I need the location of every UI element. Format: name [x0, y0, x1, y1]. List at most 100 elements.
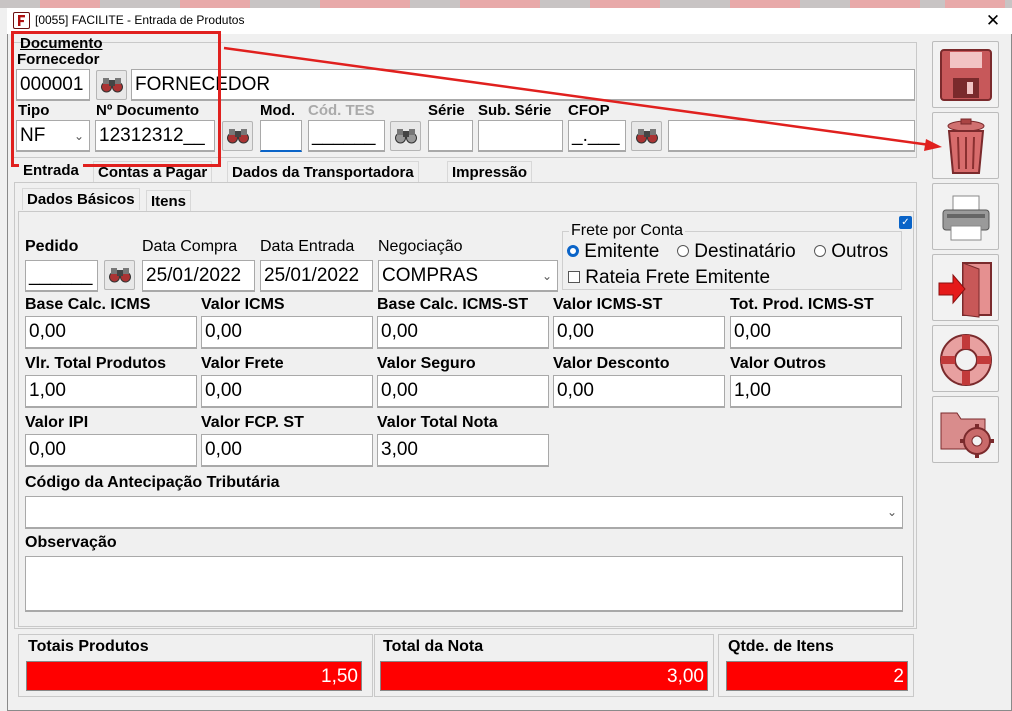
radio-icon: [814, 245, 826, 257]
mod-label: Mod.: [260, 102, 295, 119]
help-button[interactable]: [932, 325, 999, 392]
grid-label: Tot. Prod. ICMS-ST: [730, 296, 874, 313]
radio-icon: [677, 245, 689, 257]
search-tes-button[interactable]: [390, 121, 421, 151]
nro-documento-label: Nº Documento: [96, 102, 199, 119]
cfop-description-input[interactable]: [668, 120, 915, 152]
binoculars-icon: [227, 129, 249, 144]
frete-emitente-label: Emitente: [584, 241, 660, 262]
search-fornecedor-button[interactable]: [96, 70, 127, 100]
fornecedor-name-input[interactable]: FORNECEDOR: [131, 69, 915, 101]
grid-label: Valor ICMS: [201, 296, 285, 313]
rateia-frete-checkbox[interactable]: Rateia Frete Emitente: [568, 267, 770, 289]
total-nota-value: 3,00: [380, 661, 708, 691]
chevron-down-icon: ⌄: [541, 269, 552, 283]
grid-value-input[interactable]: 0,00: [201, 375, 373, 408]
totais-produtos-value: 1,50: [26, 661, 362, 691]
tab-dados-basicos[interactable]: Dados Básicos: [22, 188, 140, 210]
cod-tes-input[interactable]: ______: [308, 120, 385, 152]
tipo-value: NF: [20, 125, 46, 146]
tipo-label: Tipo: [18, 102, 50, 119]
chevron-down-icon: ⌄: [73, 129, 84, 143]
chevron-down-icon: ⌄: [886, 505, 897, 519]
pedido-label-text: Pedido: [25, 238, 79, 255]
exit-button[interactable]: [932, 254, 999, 321]
frete-outros-label: Outros: [831, 241, 889, 262]
grid-label: Valor Total Nota: [377, 414, 498, 431]
panel-checkbox[interactable]: ✓: [899, 216, 912, 229]
exit-door-icon: [938, 262, 992, 318]
antecipacao-label: Código da Antecipação Tributária: [25, 474, 280, 491]
pedido-label: Pedido: [25, 238, 78, 256]
data-compra-input[interactable]: 25/01/2022: [142, 260, 255, 292]
grid-label: Valor Outros: [730, 355, 827, 372]
frete-destinatario-option[interactable]: Destinatário: [677, 241, 796, 263]
tab-entrada[interactable]: Entrada: [19, 160, 83, 181]
lifebuoy-icon: [940, 334, 992, 386]
delete-button[interactable]: [932, 112, 999, 179]
checkbox-icon: [568, 271, 580, 283]
cfop-input[interactable]: _.___: [568, 120, 626, 152]
grid-label: Valor Seguro: [377, 355, 476, 372]
antecipacao-select[interactable]: ⌄: [25, 496, 903, 529]
close-window-button[interactable]: ✕: [978, 10, 1008, 32]
negociacao-select[interactable]: COMPRAS ⌄: [378, 260, 558, 292]
grid-value-input[interactable]: 0,00: [553, 316, 725, 349]
negociacao-value: COMPRAS: [382, 265, 479, 286]
sub-serie-label: Sub. Série: [478, 102, 552, 119]
settings-button[interactable]: [932, 396, 999, 463]
grid-value-input[interactable]: 1,00: [730, 375, 902, 408]
rateia-frete-label: Rateia Frete Emitente: [585, 267, 771, 288]
frete-group-title: Frete por Conta: [569, 222, 686, 240]
nro-documento-input[interactable]: 12312312__: [95, 120, 215, 152]
print-button[interactable]: [932, 183, 999, 250]
tab-impressao[interactable]: Impressão: [447, 161, 533, 184]
totais-produtos-label: Totais Produtos: [28, 638, 149, 655]
serie-input[interactable]: [428, 120, 473, 152]
observacao-textarea[interactable]: [25, 556, 903, 612]
search-pedido-button[interactable]: [104, 260, 135, 290]
search-documento-button[interactable]: [222, 121, 253, 151]
data-entrada-input[interactable]: 25/01/2022: [260, 260, 373, 292]
fornecedor-code-input[interactable]: 000001: [16, 69, 90, 101]
grid-label: Vlr. Total Produtos: [25, 355, 167, 372]
grid-label: Valor ICMS-ST: [553, 296, 663, 313]
tab-dados-transportadora[interactable]: Dados da Transportadora: [227, 161, 419, 184]
qtde-itens-label: Qtde. de Itens: [728, 638, 834, 655]
window-title: [0055] FACILITE - Entrada de Produtos: [35, 13, 245, 27]
grid-value-input[interactable]: 0,00: [377, 316, 549, 349]
sub-serie-input[interactable]: [478, 120, 563, 152]
total-nota-label: Total da Nota: [383, 638, 484, 655]
frete-emitente-option[interactable]: Emitente: [567, 241, 659, 263]
grid-value-input[interactable]: 3,00: [377, 434, 549, 467]
tab-contas-a-pagar[interactable]: Contas a Pagar: [93, 161, 213, 184]
tab-itens[interactable]: Itens: [146, 190, 192, 213]
save-button[interactable]: [932, 41, 999, 108]
frete-outros-option[interactable]: Outros: [814, 241, 888, 263]
grid-label: Base Calc. ICMS-ST: [377, 296, 529, 313]
grid-value-input[interactable]: 0,00: [730, 316, 902, 349]
binoculars-icon: [395, 129, 417, 144]
grid-label: Valor IPI: [25, 414, 89, 431]
printer-icon: [942, 195, 990, 241]
tipo-select[interactable]: NF ⌄: [16, 120, 90, 152]
mod-input[interactable]: [260, 120, 302, 152]
pedido-input[interactable]: ______: [25, 260, 98, 292]
grid-value-input[interactable]: 1,00: [25, 375, 197, 408]
grid-value-input[interactable]: 0,00: [201, 434, 373, 467]
background-app-strip: [0, 0, 1012, 8]
grid-label: Valor Frete: [201, 355, 284, 372]
grid-value-input[interactable]: 0,00: [201, 316, 373, 349]
grid-value-input[interactable]: 0,00: [377, 375, 549, 408]
folder-gear-icon: [940, 412, 994, 458]
grid-value-input[interactable]: 0,00: [25, 434, 197, 467]
grid-value-input[interactable]: 0,00: [553, 375, 725, 408]
grid-label: Valor Desconto: [553, 355, 670, 372]
data-entrada-label: Data Entrada: [260, 238, 355, 255]
search-cfop-button[interactable]: [631, 121, 662, 151]
cod-tes-label: Cód. TES: [308, 102, 375, 119]
binoculars-icon: [109, 268, 131, 283]
grid-value-input[interactable]: 0,00: [25, 316, 197, 349]
frete-destinatario-label: Destinatário: [694, 241, 796, 262]
documento-label: Documento: [20, 35, 103, 52]
